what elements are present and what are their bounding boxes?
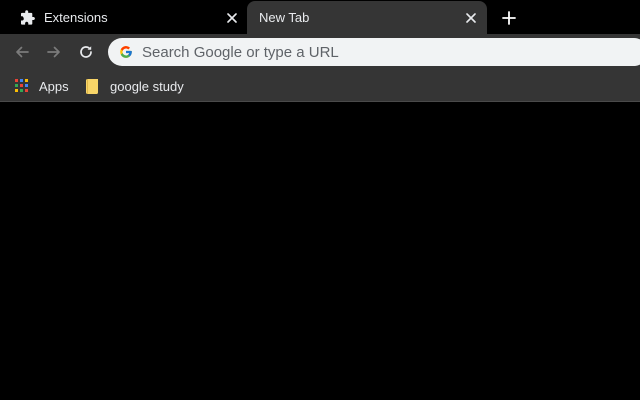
tab-new-tab[interactable]: New Tab <box>247 1 487 34</box>
search-input[interactable] <box>142 38 622 66</box>
folder-icon <box>86 78 98 94</box>
reload-icon <box>80 46 92 58</box>
puzzle-icon <box>21 10 35 25</box>
bookmark-label: Apps <box>39 78 69 94</box>
tab-extensions[interactable]: Extensions <box>0 1 246 34</box>
toolbar <box>0 34 640 70</box>
bookmark-google-study[interactable]: google study <box>86 74 184 98</box>
plus-icon <box>502 11 516 25</box>
close-tab-icon[interactable] <box>224 10 240 26</box>
bookmarks-bar: Apps google study <box>0 70 640 102</box>
forward-arrow-icon <box>47 46 60 58</box>
tab-title: New Tab <box>259 10 310 25</box>
bookmark-label: google study <box>110 78 184 94</box>
forward-button[interactable] <box>42 40 66 64</box>
close-tab-icon[interactable] <box>463 10 479 26</box>
browser-window: Extensions New Tab Search Google or type… <box>0 0 640 400</box>
back-button[interactable] <box>10 40 34 64</box>
reload-button[interactable] <box>74 40 98 64</box>
back-arrow-icon <box>16 46 29 58</box>
tab-title: Extensions <box>44 10 108 25</box>
new-tab-button[interactable] <box>497 6 521 30</box>
bookmark-apps[interactable]: Apps <box>15 74 69 98</box>
apps-grid-icon <box>15 79 29 93</box>
tab-strip: Extensions New Tab <box>0 0 640 34</box>
google-g-icon <box>120 46 132 58</box>
omnibox[interactable] <box>108 38 640 66</box>
page-content <box>0 102 640 400</box>
